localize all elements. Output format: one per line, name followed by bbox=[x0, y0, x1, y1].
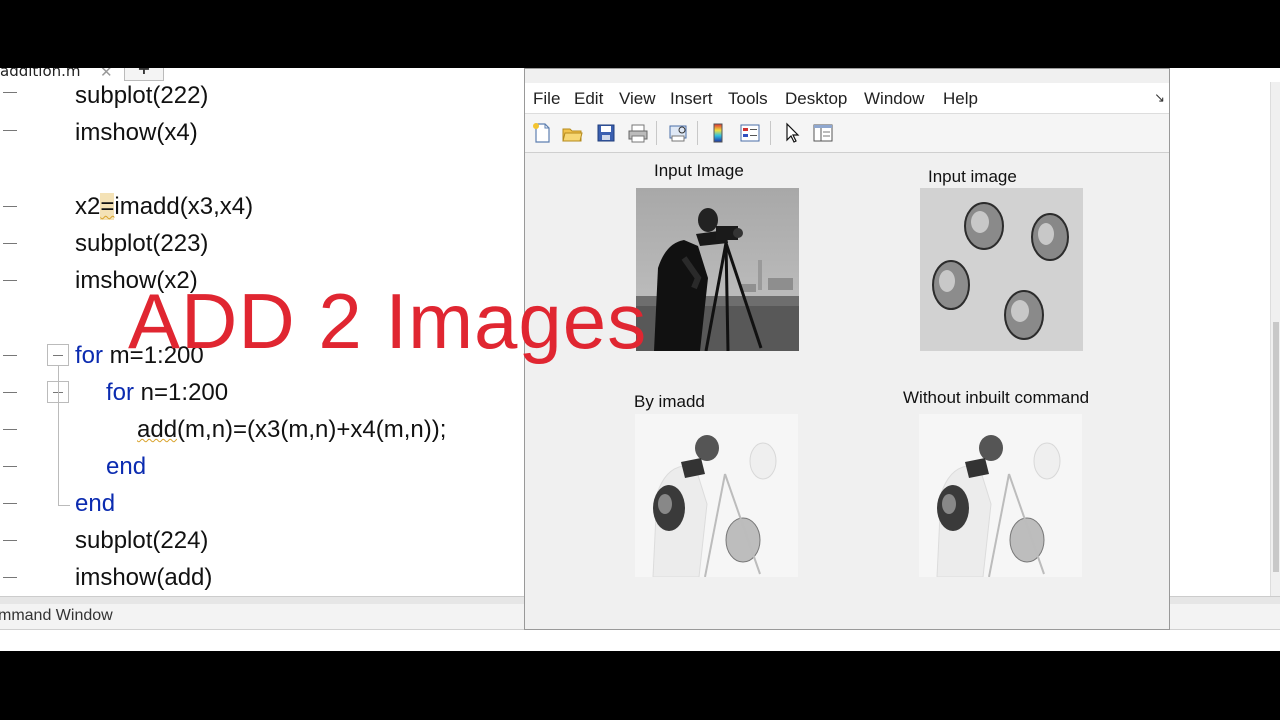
pointer-arrow-icon[interactable] bbox=[781, 122, 803, 144]
fold-guide bbox=[58, 466, 59, 504]
manual-add-result-image[interactable] bbox=[919, 414, 1082, 577]
print-preview-icon[interactable] bbox=[667, 122, 689, 144]
new-figure-icon[interactable] bbox=[531, 122, 553, 144]
fold-guide bbox=[58, 505, 70, 506]
menu-insert[interactable]: Insert bbox=[670, 89, 713, 109]
keyword: for bbox=[106, 379, 135, 406]
menu-edit[interactable]: Edit bbox=[574, 89, 603, 109]
figure-toolbar bbox=[525, 113, 1169, 153]
code-line-2[interactable]: imshow(x4) bbox=[75, 118, 198, 148]
code-token: imadd(x3,x4) bbox=[114, 193, 254, 220]
axes-title-3: By imadd bbox=[634, 392, 705, 411]
imadd-result-image[interactable] bbox=[635, 414, 798, 577]
code-line-10[interactable]: add(m,n)=(x3(m,n)+x4(m,n)); bbox=[137, 415, 446, 445]
code-line-12[interactable]: end bbox=[75, 489, 115, 519]
axes-title-4: Without inbuilt command bbox=[903, 388, 1090, 407]
line-marker bbox=[3, 429, 17, 430]
code-line-14[interactable]: imshow(add) bbox=[75, 563, 212, 593]
line-marker bbox=[3, 540, 17, 541]
code-line-13[interactable]: subplot(224) bbox=[75, 526, 208, 556]
cameraman-image[interactable] bbox=[636, 188, 799, 351]
line-marker bbox=[3, 130, 17, 131]
toolbar-separator bbox=[770, 121, 771, 145]
axes-title-2: Input image bbox=[928, 167, 1017, 186]
menu-window[interactable]: Window bbox=[864, 89, 924, 109]
print-icon[interactable] bbox=[627, 122, 649, 144]
menu-tools[interactable]: Tools bbox=[728, 89, 768, 109]
line-marker bbox=[3, 280, 17, 281]
fold-toggle-outer-loop[interactable] bbox=[47, 344, 69, 366]
line-marker bbox=[3, 503, 17, 504]
line-marker bbox=[3, 577, 17, 578]
keyword: for bbox=[75, 342, 104, 369]
code-line-9[interactable]: for n=1:200 bbox=[106, 378, 228, 408]
warning-token: add bbox=[137, 416, 178, 443]
editor-gutter bbox=[0, 68, 24, 596]
coins-image[interactable] bbox=[920, 188, 1083, 351]
toolbar-separator bbox=[697, 121, 698, 145]
toolbar-separator bbox=[656, 121, 657, 145]
new-tab-button[interactable]: + bbox=[124, 68, 164, 81]
letterbox-top bbox=[0, 0, 1280, 68]
axes-title-1: Input Image bbox=[654, 161, 744, 180]
menu-file[interactable]: File bbox=[533, 89, 560, 109]
figure-menubar: File Edit View Insert Tools Desktop Wind… bbox=[525, 83, 1169, 113]
property-editor-icon[interactable] bbox=[812, 122, 834, 144]
code-token: (m,n)=(x3(m,n)+x4(m,n)); bbox=[177, 416, 447, 443]
colorbar-icon[interactable] bbox=[707, 122, 729, 144]
line-marker bbox=[3, 206, 17, 207]
close-tab-icon[interactable]: ✕ bbox=[100, 68, 113, 81]
legend-icon[interactable] bbox=[739, 122, 761, 144]
line-marker bbox=[3, 92, 17, 93]
line-marker bbox=[3, 355, 17, 356]
editor-scrollbar[interactable] bbox=[1270, 82, 1280, 596]
dock-arrow-icon[interactable]: ↘ bbox=[1154, 91, 1165, 106]
code-token: x2 bbox=[75, 193, 101, 220]
code-line-5[interactable]: subplot(223) bbox=[75, 229, 208, 259]
menu-desktop[interactable]: Desktop bbox=[785, 89, 847, 109]
cursor-highlight: = bbox=[100, 193, 115, 220]
save-icon[interactable] bbox=[595, 122, 617, 144]
code-line-1[interactable]: subplot(222) bbox=[75, 81, 208, 111]
letterbox-bottom bbox=[0, 651, 1280, 720]
line-marker bbox=[3, 243, 17, 244]
menu-help[interactable]: Help bbox=[943, 89, 978, 109]
code-line-4[interactable]: x2=imadd(x3,x4) bbox=[75, 192, 253, 222]
scrollbar-thumb[interactable] bbox=[1273, 322, 1279, 572]
line-marker bbox=[3, 392, 17, 393]
code-line-11[interactable]: end bbox=[106, 452, 146, 482]
open-folder-icon[interactable] bbox=[561, 122, 583, 144]
code-token: n=1:200 bbox=[134, 379, 229, 406]
video-overlay-title: ADD 2 Images bbox=[128, 277, 648, 365]
line-marker bbox=[3, 466, 17, 467]
menu-view[interactable]: View bbox=[619, 89, 656, 109]
command-window-title: mmand Window bbox=[0, 607, 113, 624]
